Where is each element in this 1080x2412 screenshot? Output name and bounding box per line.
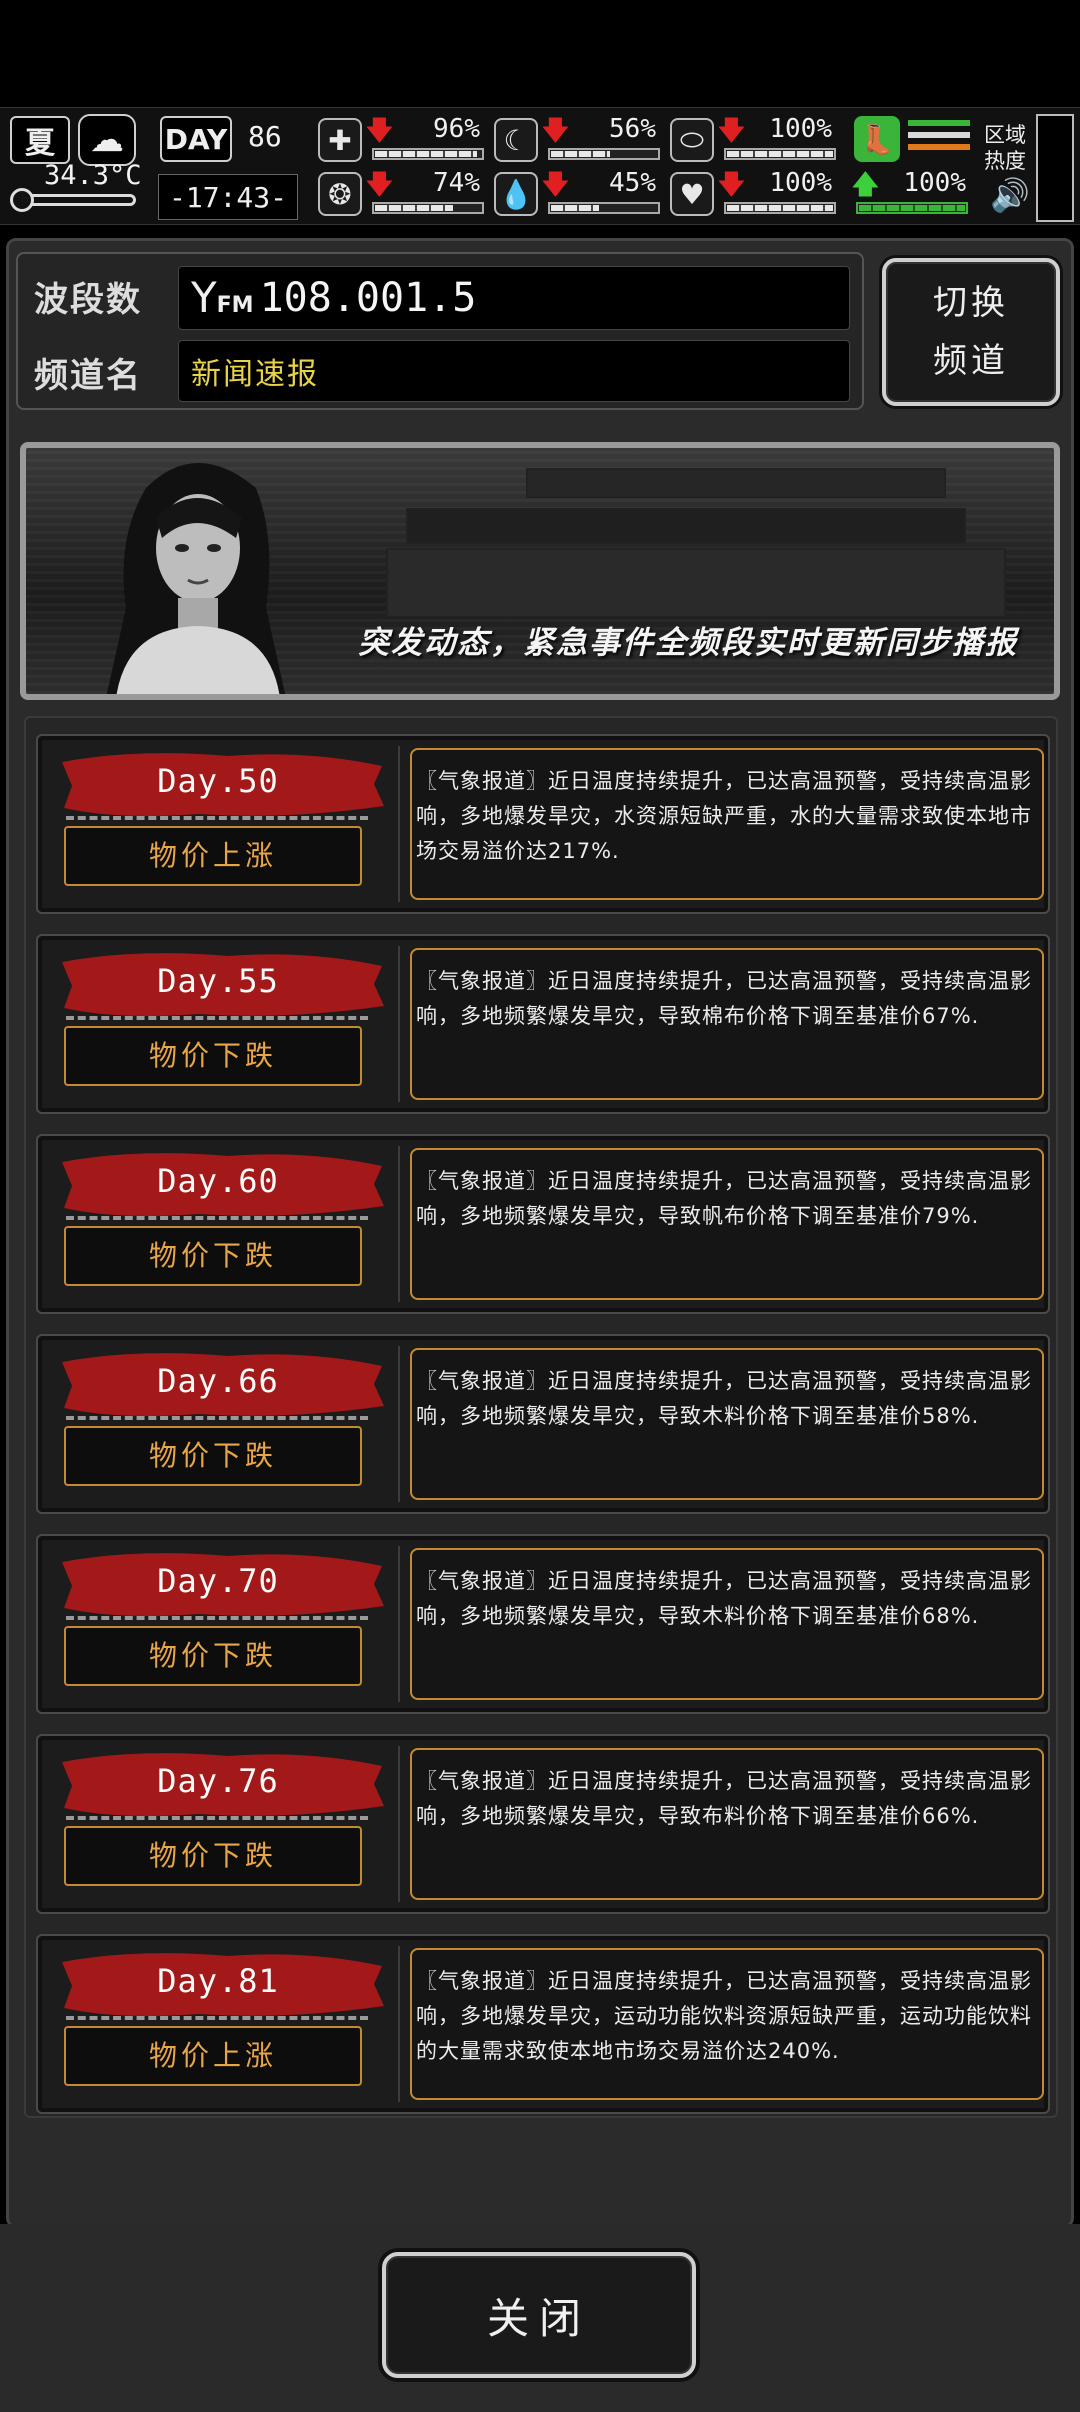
brain-value: 74% — [433, 168, 480, 198]
medical-bar — [372, 148, 484, 160]
news-anchor-portrait — [106, 463, 286, 694]
news-day: Day.60 — [157, 1162, 279, 1200]
stomach-icon: ☾ — [494, 118, 538, 162]
close-button[interactable]: 关闭 — [382, 2252, 696, 2378]
stamina-bar — [856, 202, 968, 214]
day-badge-label: DAY — [164, 122, 228, 156]
stomach-value: 56% — [609, 114, 656, 144]
switch-channel-button[interactable]: 切换 频道 — [882, 258, 1060, 406]
channel-label: 频道名 — [34, 356, 142, 396]
boot-icon: 👢 — [854, 116, 900, 162]
band-value: 108.001.5 — [259, 275, 477, 321]
news-item: Day.60 物价下跌 〖气象报道〗近日温度持续提升，已达高温预警，受持续高温影… — [36, 1134, 1050, 1314]
channel-value: 新闻速报 — [191, 357, 319, 392]
antenna-icon: Y — [191, 273, 217, 322]
news-text: 〖气象报道〗近日温度持续提升，已达高温预警，受持续高温影响，多地频繁爆发旱灾，导… — [410, 1548, 1044, 1700]
brain-icon: ❂ — [318, 172, 362, 216]
status-bar: 夏 ☁ 34.3°C DAY 86 -17:43- ✚ 🡇 96% ☾ 🡇 56… — [0, 107, 1080, 225]
news-text: 〖气象报道〗近日温度持续提升，已达高温预警，受持续高温影响，多地频繁爆发旱灾，导… — [410, 1348, 1044, 1500]
pill-bar — [724, 148, 836, 160]
news-text: 〖气象报道〗近日温度持续提升，已达高温预警，受持续高温影响，多地频繁爆发旱灾，导… — [410, 1148, 1044, 1300]
day-counter: 86 — [248, 120, 282, 153]
price-tag: 物价下跌 — [64, 1626, 362, 1686]
region-heat-label: 区域 热度 — [984, 123, 1026, 173]
broadcast-banner: 突发动态，紧急事件全频段实时更新同步播报 — [20, 442, 1060, 700]
channel-field: 新闻速报 — [178, 340, 850, 402]
news-item: Day.66 物价下跌 〖气象报道〗近日温度持续提升，已达高温预警，受持续高温影… — [36, 1334, 1050, 1514]
water-drop-icon: 💧 — [494, 172, 538, 216]
weather-icon: ☁ — [78, 114, 136, 166]
close-button-label: 关闭 — [486, 2293, 591, 2343]
news-item: Day.50 物价上涨 〖气象报道〗近日温度持续提升，已达高温预警，受持续高温影… — [36, 734, 1050, 914]
heart-icon: ♥ — [670, 172, 714, 216]
temperature-readout: 34.3°C — [44, 160, 142, 191]
pill-value: 100% — [769, 114, 832, 144]
stamina-value: 100% — [903, 168, 966, 198]
price-tag: 物价上涨 — [64, 826, 362, 886]
price-tag: 物价上涨 — [64, 2026, 362, 2086]
season-label: 夏 — [25, 126, 55, 161]
medkit-icon: ✚ — [318, 118, 362, 162]
price-tag: 物价下跌 — [64, 1426, 362, 1486]
news-item: Day.55 物价下跌 〖气象报道〗近日温度持续提升，已达高温预警，受持续高温影… — [36, 934, 1050, 1114]
news-text: 〖气象报道〗近日温度持续提升，已达高温预警，受持续高温影响，多地爆发旱灾，水资源… — [410, 748, 1044, 900]
news-item: Day.70 物价下跌 〖气象报道〗近日温度持续提升，已达高温预警，受持续高温影… — [36, 1534, 1050, 1714]
clock-text: -17:43- — [168, 180, 287, 214]
fm-prefix: FM — [216, 292, 254, 318]
news-item: Day.81 物价上涨 〖气象报道〗近日温度持续提升，已达高温预警，受持续高温影… — [36, 1934, 1050, 2114]
price-tag: 物价下跌 — [64, 1026, 362, 1086]
stomach-bar — [548, 148, 660, 160]
band-label: 波段数 — [34, 280, 142, 320]
pill-icon: ⬭ — [670, 118, 714, 162]
switch-channel-line1: 切换 — [933, 283, 1009, 323]
stamina-stripes — [908, 120, 970, 160]
news-day: Day.70 — [157, 1562, 279, 1600]
speaker-icon[interactable]: 🔊 — [990, 176, 1030, 214]
water-value: 45% — [609, 168, 656, 198]
heart-bar — [724, 202, 836, 214]
clock-display: -17:43- — [158, 174, 298, 220]
news-list: Day.50 物价上涨 〖气象报道〗近日温度持续提升，已达高温预警，受持续高温影… — [24, 716, 1058, 2118]
price-tag: 物价下跌 — [64, 1226, 362, 1286]
news-day: Day.76 — [157, 1762, 279, 1800]
band-field: Y FM 108.001.5 — [178, 266, 850, 330]
news-text: 〖气象报道〗近日温度持续提升，已达高温预警，受持续高温影响，多地爆发旱灾，运动功… — [410, 1948, 1044, 2100]
banner-caption: 突发动态，紧急事件全频段实时更新同步播报 — [358, 625, 1018, 661]
water-bar — [548, 202, 660, 214]
price-tag: 物价下跌 — [64, 1826, 362, 1886]
switch-channel-line2: 频道 — [933, 341, 1009, 381]
news-item: Day.76 物价下跌 〖气象报道〗近日温度持续提升，已达高温预警，受持续高温影… — [36, 1734, 1050, 1914]
news-text: 〖气象报道〗近日温度持续提升，已达高温预警，受持续高温影响，多地频繁爆发旱灾，导… — [410, 948, 1044, 1100]
medical-value: 96% — [433, 114, 480, 144]
frequency-info: 波段数 Y FM 108.001.5 频道名 新闻速报 — [16, 252, 864, 410]
region-heat-meter — [1036, 114, 1074, 222]
news-day: Day.50 — [157, 762, 279, 800]
news-day: Day.55 — [157, 962, 279, 1000]
heart-value: 100% — [769, 168, 832, 198]
news-day: Day.81 — [157, 1962, 279, 2000]
season-badge: 夏 — [10, 116, 70, 164]
news-day: Day.66 — [157, 1362, 279, 1400]
day-badge: DAY — [160, 116, 232, 162]
thermometer-icon — [10, 188, 34, 212]
brain-bar — [372, 202, 484, 214]
news-text: 〖气象报道〗近日温度持续提升，已达高温预警，受持续高温影响，多地频繁爆发旱灾，导… — [410, 1748, 1044, 1900]
